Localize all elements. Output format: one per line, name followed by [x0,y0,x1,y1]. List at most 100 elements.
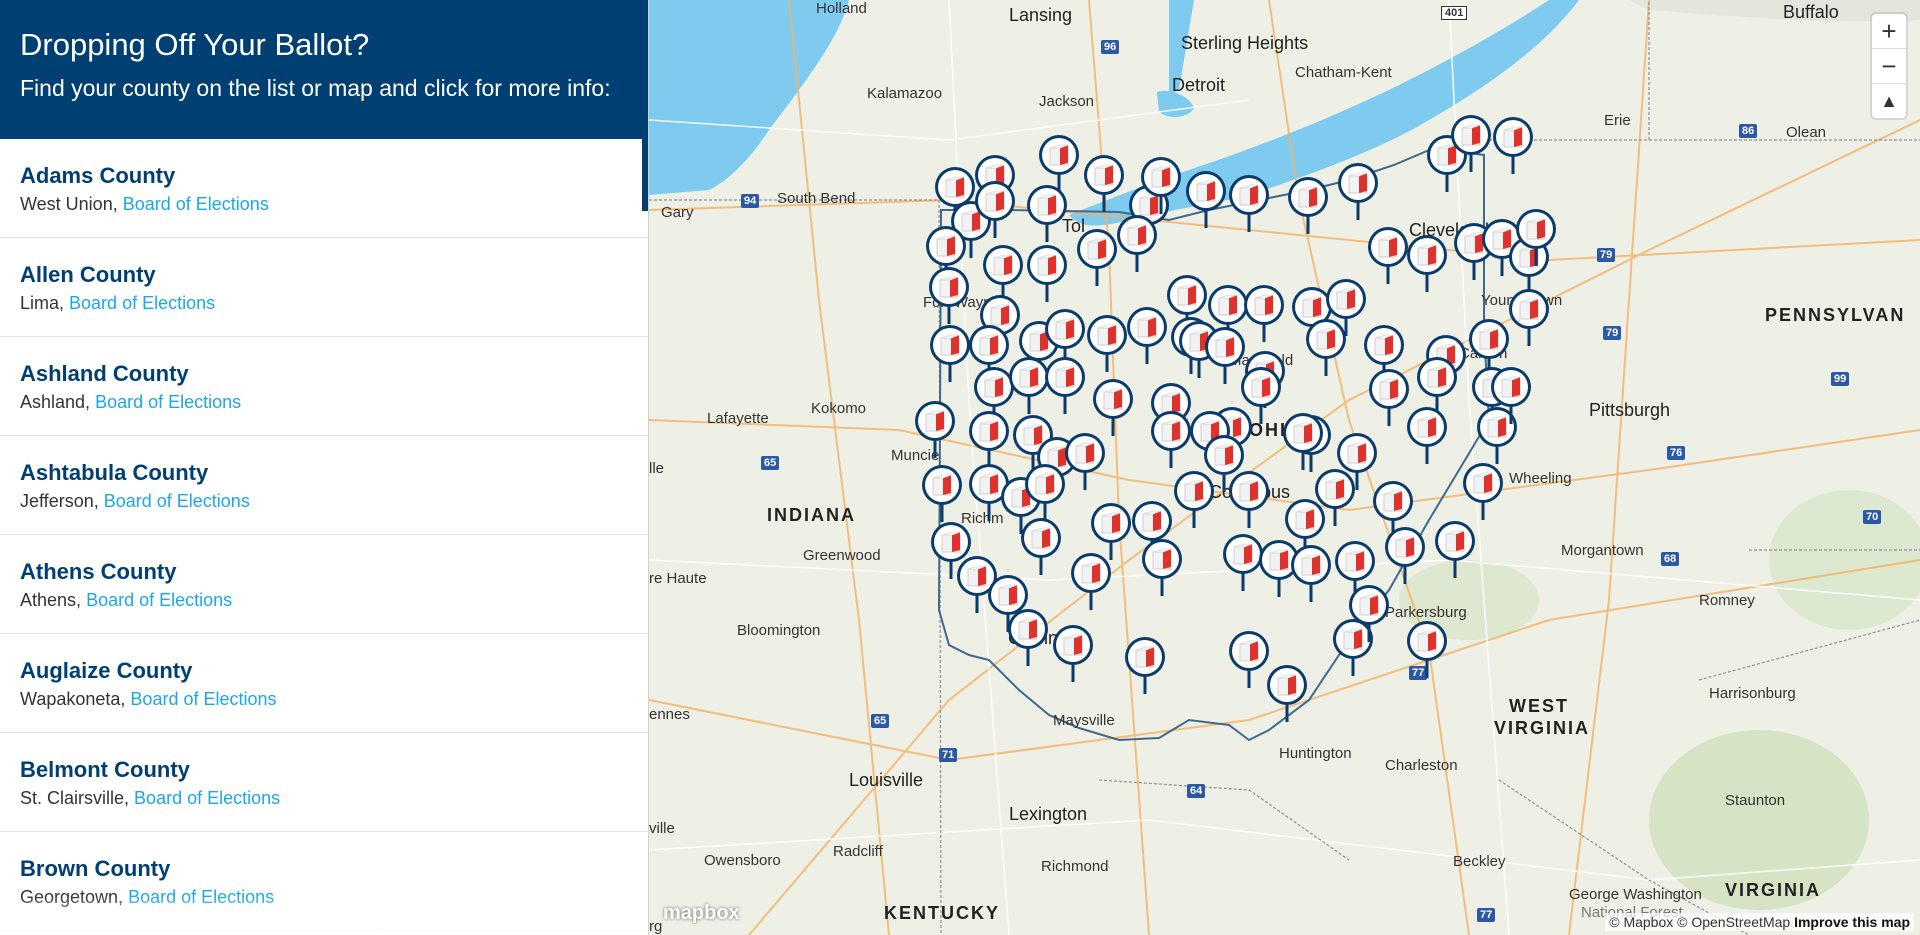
ballot-dropbox-pin[interactable] [1115,214,1159,274]
map-label-harrisonburg: Harrisonburg [1709,685,1796,702]
ballot-box-icon [1241,367,1281,424]
board-of-elections-link[interactable]: Board of Elections [134,788,280,808]
ballot-dropbox-pin[interactable] [1461,462,1505,522]
county-list-item[interactable]: Auglaize County Wapakoneta, Board of Ele… [0,634,648,733]
ballot-dropbox-pin[interactable] [1075,228,1119,288]
ballot-dropbox-pin[interactable] [1043,356,1087,416]
board-of-elections-link[interactable]: Board of Elections [69,293,215,313]
ballot-dropbox-pin[interactable] [1025,244,1069,304]
county-list-item[interactable]: Athens County Athens, Board of Elections [0,535,648,634]
county-city: Wapakoneta, [20,689,126,709]
map-label-jackson: Jackson [1039,93,1095,110]
ballot-dropbox-pin[interactable] [973,180,1017,240]
county-list-item[interactable]: Belmont County St. Clairsville, Board of… [0,733,648,832]
ballot-dropbox-pin[interactable] [1063,432,1107,492]
ballot-dropbox-pin[interactable] [1172,470,1216,530]
ballot-dropbox-pin[interactable] [1366,226,1410,286]
ballot-dropbox-pin[interactable] [1304,318,1348,378]
ballot-box-icon [930,325,970,382]
ballot-dropbox-pin[interactable] [1139,156,1183,216]
mapbox-logo[interactable]: mapbox [663,902,740,925]
county-list-item[interactable]: Brown County Georgetown, Board of Electi… [0,832,648,931]
ballot-box-icon [1244,285,1284,342]
ohio-map[interactable]: Holland Lansing Sterling Heights Buffalo… [649,0,1920,935]
ballot-dropbox-pin[interactable] [927,266,971,326]
board-of-elections-link[interactable]: Board of Elections [123,194,269,214]
ballot-box-icon [1229,471,1269,528]
map-label-lexington: Lexington [1009,804,1088,824]
ballot-box-icon [1084,155,1124,212]
county-list-item[interactable]: Adams County West Union, Board of Electi… [0,139,648,238]
ballot-dropbox-pin[interactable] [1489,366,1533,426]
board-of-elections-link[interactable]: Board of Elections [95,392,241,412]
ballot-dropbox-pin[interactable] [928,324,972,384]
ballot-dropbox-pin[interactable] [1405,620,1449,680]
ballot-dropbox-pin[interactable] [1347,584,1391,644]
board-of-elections-link[interactable]: Board of Elections [86,590,232,610]
ballot-dropbox-pin[interactable] [1006,608,1050,668]
ballot-dropbox-pin[interactable] [1336,162,1380,222]
ballot-dropbox-pin[interactable] [1023,463,1067,523]
ballot-dropbox-pin[interactable] [1051,624,1095,684]
ballot-dropbox-pin[interactable] [1281,412,1325,472]
county-list-item[interactable]: Ashtabula County Jefferson, Board of Ele… [0,436,648,535]
ballot-box-icon [1071,553,1111,610]
board-of-elections-link[interactable]: Board of Elections [104,491,250,511]
ballot-box-icon [1077,229,1117,286]
zoom-out-button[interactable]: − [1872,49,1906,84]
ballot-dropbox-pin[interactable] [1184,170,1228,230]
ballot-dropbox-pin[interactable] [1242,284,1286,344]
county-sidebar: Dropping Off Your Ballot? Find your coun… [0,0,649,935]
ballot-dropbox-pin[interactable] [1289,544,1333,604]
ballot-dropbox-pin[interactable] [1019,517,1063,577]
ballot-dropbox-pin[interactable] [1085,314,1129,374]
county-list-item[interactable]: Ashland County Ashland, Board of Electio… [0,337,648,436]
ballot-dropbox-pin[interactable] [1507,288,1551,348]
ballot-dropbox-pin[interactable] [1227,174,1271,234]
ballot-dropbox-pin[interactable] [1149,410,1193,470]
shield-68: 68 [1661,552,1680,566]
ballot-dropbox-pin[interactable] [913,400,957,460]
ballot-dropbox-pin[interactable] [1140,538,1184,598]
ballot-dropbox-pin[interactable] [1069,552,1113,612]
attribution-osm[interactable]: © OpenStreetMap [1677,914,1790,930]
ballot-dropbox-pin[interactable] [1449,114,1493,174]
ballot-dropbox-pin[interactable] [1082,154,1126,214]
ballot-dropbox-pin[interactable] [1025,184,1069,244]
board-of-elections-link[interactable]: Board of Elections [130,689,276,709]
ballot-dropbox-pin[interactable] [1491,116,1535,176]
ballot-dropbox-pin[interactable] [1405,234,1449,294]
ballot-dropbox-pin[interactable] [1433,520,1477,580]
zoom-in-button[interactable]: + [1872,14,1906,49]
ballot-dropbox-pin[interactable] [1125,306,1169,366]
ballot-dropbox-pin[interactable] [1091,378,1135,438]
ballot-dropbox-pin[interactable] [1514,208,1558,268]
county-list-item[interactable]: Allen County Lima, Board of Elections [0,238,648,337]
ballot-dropbox-pin[interactable] [920,464,964,524]
ballot-box-icon [1407,621,1447,678]
ballot-dropbox-pin[interactable] [1383,526,1427,586]
map-label-west-virginia: WEST VIRGINIA [1494,696,1591,738]
ballot-dropbox-pin[interactable] [1123,636,1167,696]
improve-map-link[interactable]: Improve this map [1794,914,1910,930]
ballot-box-icon [1385,527,1425,584]
sidebar-header: Dropping Off Your Ballot? Find your coun… [0,0,648,139]
ballot-box-icon [1093,379,1133,436]
sidebar-scrollbar[interactable] [642,139,648,211]
map-label-huntington: Huntington [1279,745,1352,762]
board-of-elections-link[interactable]: Board of Elections [128,887,274,907]
ballot-dropbox-pin[interactable] [1239,366,1283,426]
ballot-dropbox-pin[interactable] [967,410,1011,470]
ballot-dropbox-pin[interactable] [1227,470,1271,530]
compass-button[interactable]: ▲ [1872,84,1906,118]
county-list: Adams County West Union, Board of Electi… [0,139,648,931]
attribution-mapbox[interactable]: © Mapbox [1609,914,1673,930]
ballot-dropbox-pin[interactable] [1286,176,1330,236]
map-label-ille: lle [649,460,665,477]
ballot-dropbox-pin[interactable] [1313,468,1357,528]
shield-76: 76 [1667,446,1686,460]
ballot-box-icon [1306,319,1346,376]
shield-79a: 79 [1597,248,1616,262]
ballot-dropbox-pin[interactable] [1265,664,1309,724]
ballot-dropbox-pin[interactable] [1405,406,1449,466]
